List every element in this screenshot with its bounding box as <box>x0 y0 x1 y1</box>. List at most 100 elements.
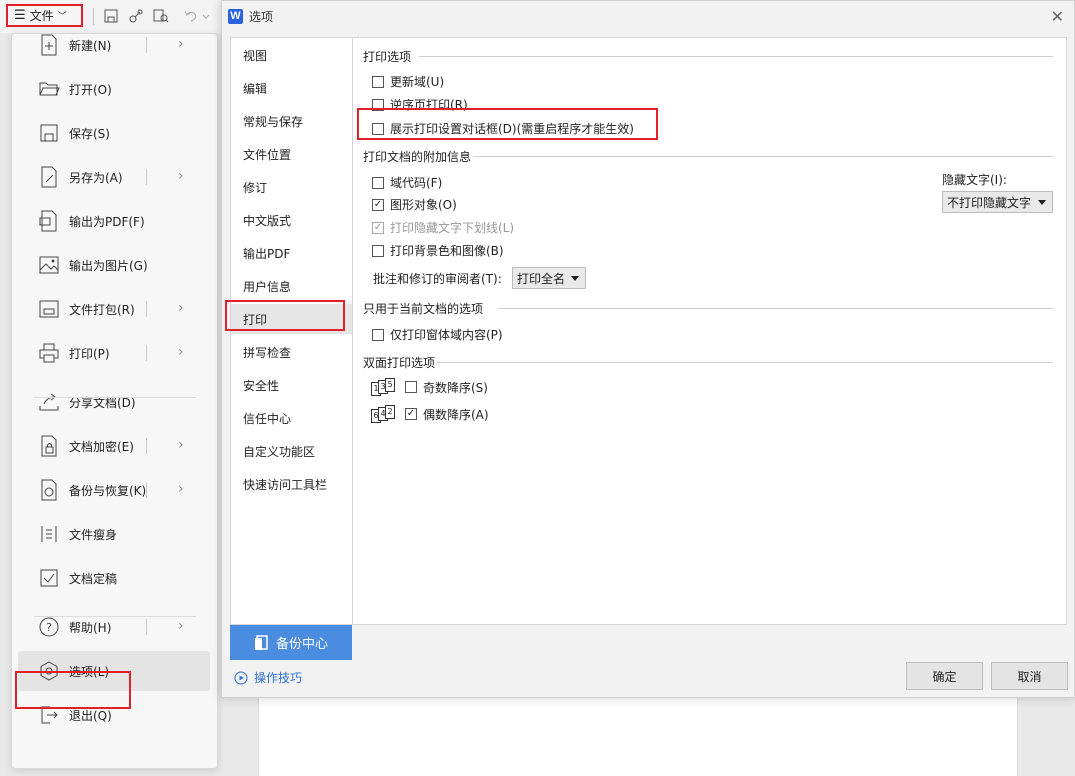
hidden-text-select-value: 不打印隐藏文字 <box>947 195 1032 210</box>
file-menu-item[interactable]: 另存为(A) › <box>18 157 210 197</box>
file-menu-item[interactable]: 文件打包(R) › <box>18 289 210 329</box>
nav-item[interactable]: 文件位置 <box>231 139 352 169</box>
field-codes-option[interactable]: 域代码(F) <box>372 174 442 191</box>
nav-item[interactable]: 打印 <box>231 304 352 334</box>
share-icon[interactable] <box>128 8 144 24</box>
save-as-icon <box>38 166 60 188</box>
update-fields-checkbox[interactable] <box>372 75 384 88</box>
nav-item[interactable]: 用户信息 <box>231 271 352 301</box>
file-menu-item[interactable]: 输出为PDF(F) <box>18 201 210 241</box>
file-menu-panel: 新建(N) › 打开(O) 保存(S) 另存为(A) › 输出为PDF(F) 输出为图片(G)… <box>11 33 218 769</box>
file-menu-item[interactable]: 文档加密(E) › <box>18 426 210 466</box>
file-menu-item-label: 文档加密(E) <box>69 439 134 454</box>
odd-descending-checkbox[interactable] <box>405 381 417 393</box>
file-menu-item[interactable]: 选项(L) <box>18 651 210 691</box>
file-menu-item[interactable]: 打开(O) <box>18 69 210 109</box>
show-print-dialog-checkbox[interactable] <box>372 122 384 135</box>
form-only-checkbox[interactable] <box>372 328 384 341</box>
file-menu-item[interactable]: 退出(Q) <box>18 695 210 735</box>
hidden-text-select[interactable]: 不打印隐藏文字 <box>942 191 1053 213</box>
hidden-text-label: 隐藏文字(I): <box>942 173 1007 187</box>
file-menu-item-label: 输出为图片(G) <box>69 258 148 273</box>
section-divider <box>473 156 1053 157</box>
drawing-objects-checkbox[interactable]: ✓ <box>372 198 384 211</box>
cancel-button[interactable]: 取消 <box>991 662 1068 690</box>
chevron-right-icon[interactable]: › <box>178 437 184 453</box>
file-menu-button[interactable]: ☰ 文件 ﹀ <box>6 4 83 27</box>
background-option[interactable]: 打印背景色和图像(B) <box>372 242 504 259</box>
even-descending-checkbox[interactable]: ✓ <box>405 408 417 420</box>
nav-item[interactable]: 常规与保存 <box>231 106 352 136</box>
file-menu-item[interactable]: 打印(P) › <box>18 333 210 373</box>
nav-item[interactable]: 中文版式 <box>231 205 352 235</box>
form-only-label: 仅打印窗体域内容(P) <box>390 328 503 342</box>
file-menu-item[interactable]: ? 帮助(H) › <box>18 607 210 647</box>
close-icon[interactable]: ✕ <box>1051 7 1064 26</box>
nav-item[interactable]: 信任中心 <box>231 403 352 433</box>
reverse-print-option[interactable]: 逆序页打印(R) <box>372 96 468 113</box>
chevron-down-icon: ﹀ <box>57 12 67 22</box>
section-divider <box>437 362 1053 363</box>
save-icon[interactable] <box>103 8 119 24</box>
file-menu-item[interactable]: 保存(S) <box>18 113 210 153</box>
hidden-underline-checkbox: ✓ <box>372 221 384 234</box>
chevron-right-icon[interactable]: › <box>178 36 184 52</box>
nav-item[interactable]: 编辑 <box>231 73 352 103</box>
form-only-option[interactable]: 仅打印窗体域内容(P) <box>372 326 503 343</box>
nav-item[interactable]: 拼写检查 <box>231 337 352 367</box>
hidden-underline-option: ✓ 打印隐藏文字下划线(L) <box>372 219 514 236</box>
even-descending-option[interactable]: 6 4 2 ✓ 偶数降序(A) <box>371 405 489 423</box>
file-menu-item[interactable]: 备份与恢复(K) › <box>18 470 210 510</box>
menu-divider <box>34 397 196 398</box>
reverse-print-checkbox[interactable] <box>372 98 384 111</box>
print-icon <box>38 342 60 364</box>
show-print-dialog-option[interactable]: 展示打印设置对话框(D)(需重启程序才能生效) <box>372 120 634 137</box>
nav-item[interactable]: 视图 <box>231 40 352 70</box>
nav-item[interactable]: 修订 <box>231 172 352 202</box>
reviewer-select[interactable]: 打印全名 <box>512 267 586 289</box>
options-icon <box>38 660 60 682</box>
background-label: 打印背景色和图像(B) <box>390 244 504 258</box>
file-menu-item[interactable]: 文件瘦身 <box>18 514 210 554</box>
nav-item[interactable]: 快速访问工具栏 <box>231 469 352 499</box>
chevron-right-icon[interactable]: › <box>178 618 184 634</box>
chevron-right-icon[interactable]: › <box>178 300 184 316</box>
chevron-right-icon[interactable]: › <box>178 168 184 184</box>
file-menu-item[interactable]: 输出为图片(G) <box>18 245 210 285</box>
chevron-right-icon[interactable]: › <box>178 344 184 360</box>
file-menu-item[interactable]: 新建(N) › <box>18 25 210 65</box>
tips-link[interactable]: 操作技巧 <box>234 669 302 686</box>
print-options-panel: 打印选项 更新域(U) 逆序页打印(R) 展示打印设置对话框(D)(需重启程序才… <box>353 37 1067 625</box>
file-menu-item-label: 输出为PDF(F) <box>69 214 145 229</box>
nav-item[interactable]: 安全性 <box>231 370 352 400</box>
svg-text:?: ? <box>46 621 52 634</box>
ok-button[interactable]: 确定 <box>906 662 983 690</box>
menu-divider <box>34 616 196 617</box>
update-fields-option[interactable]: 更新域(U) <box>372 73 444 90</box>
find-icon[interactable] <box>153 8 169 24</box>
file-menu-item-label: 退出(Q) <box>69 708 112 723</box>
odd-pages-icon: 1 3 5 <box>371 378 399 396</box>
section-divider <box>498 308 1053 309</box>
section-title-duplex: 双面打印选项 <box>363 356 436 370</box>
dialog-title: 选项 <box>249 9 274 24</box>
dropdown-icon[interactable] <box>202 8 210 24</box>
chevron-right-icon[interactable]: › <box>178 481 184 497</box>
update-fields-label: 更新域(U) <box>390 75 445 89</box>
drawing-objects-option[interactable]: ✓ 图形对象(O) <box>372 196 457 213</box>
file-menu-item[interactable]: 分享文档(D) <box>18 382 210 422</box>
file-menu-item[interactable]: 文档定稿 <box>18 558 210 598</box>
nav-item[interactable]: 输出PDF <box>231 238 352 268</box>
page-glyph: 5 <box>385 378 395 392</box>
finalize-icon <box>38 567 60 589</box>
backup-center-button[interactable]: 备份中心 <box>230 625 352 660</box>
folder-open-icon <box>38 78 60 100</box>
field-codes-checkbox[interactable] <box>372 176 384 189</box>
background-checkbox[interactable] <box>372 244 384 257</box>
undo-icon[interactable] <box>183 8 199 24</box>
nav-item[interactable]: 自定义功能区 <box>231 436 352 466</box>
package-icon <box>38 298 60 320</box>
file-menu-item-label: 帮助(H) <box>69 620 112 635</box>
menu-icon: ☰ <box>14 8 26 23</box>
odd-descending-option[interactable]: 1 3 5 奇数降序(S) <box>371 378 488 396</box>
